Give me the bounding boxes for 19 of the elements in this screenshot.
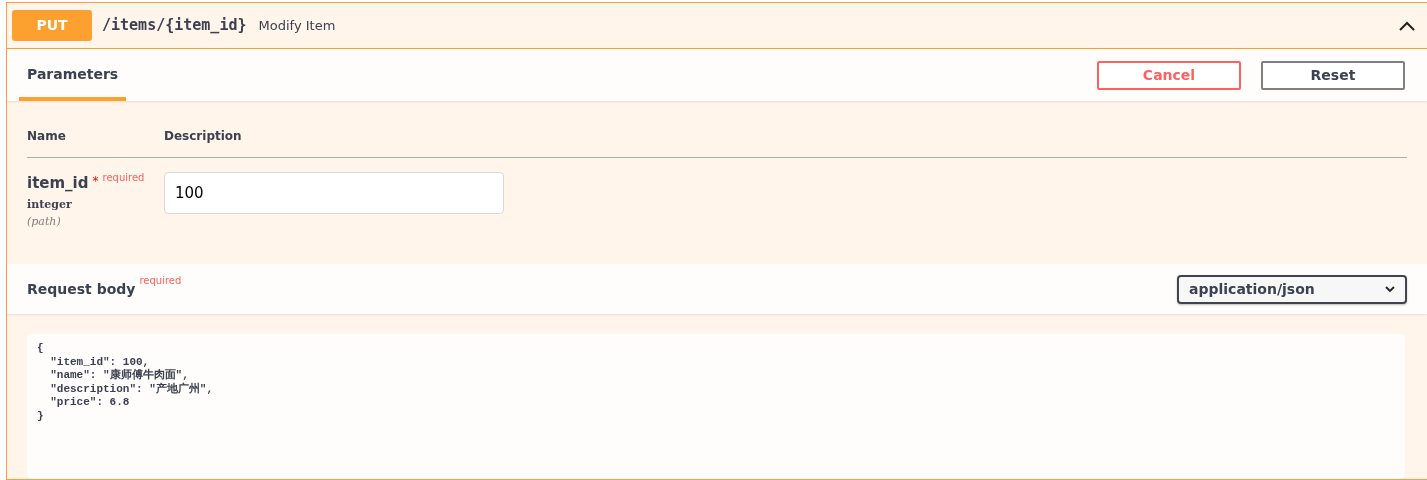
required-label: required <box>102 171 145 185</box>
required-label: required <box>139 273 182 288</box>
parameter-input[interactable]: 100 <box>164 172 504 214</box>
chevron-up-icon[interactable] <box>1398 19 1416 32</box>
method-badge: PUT <box>12 10 92 41</box>
required-asterisk: * <box>92 173 99 190</box>
parameter-type: integer <box>27 196 73 213</box>
column-header: Description <box>164 128 242 145</box>
endpoint-path: /items/{item_id} <box>102 15 247 37</box>
content-type-select[interactable]: application/json <box>1177 274 1407 304</box>
column-header: Name <box>27 128 67 145</box>
reset-button[interactable]: Reset <box>1261 60 1405 90</box>
endpoint-summary: Modify Item <box>258 16 336 35</box>
parameter-name: item_id <box>27 173 89 194</box>
parameter-location: (path) <box>27 214 62 230</box>
section-title: Request body <box>27 279 136 299</box>
request-body-editor[interactable]: { "item_id": 100, "name": "康师傅牛肉面", "description": "产地广州", "price": 6.8 } <box>27 334 1405 479</box>
caret-icon <box>1385 285 1395 293</box>
parameters-tab[interactable]: Parameters <box>19 51 127 101</box>
